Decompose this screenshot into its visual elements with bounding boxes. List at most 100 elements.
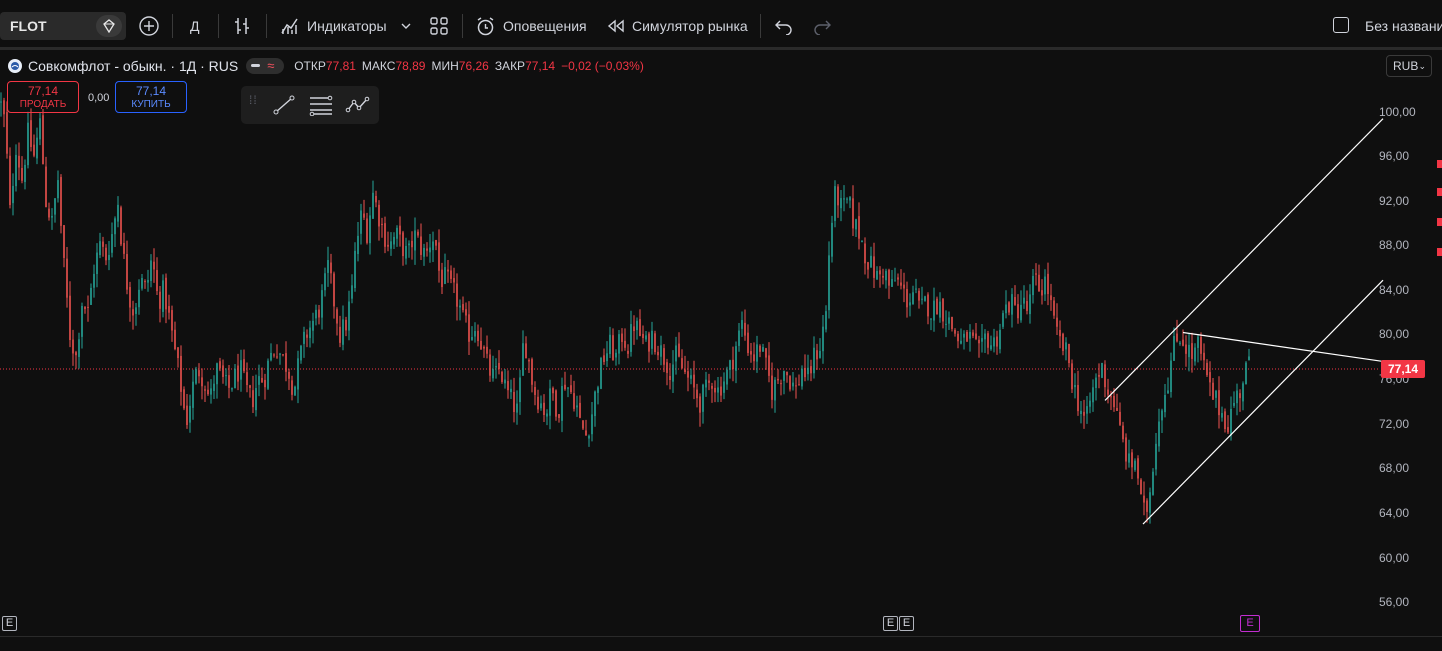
candle-body (678, 343, 680, 357)
candle-body (1206, 362, 1208, 376)
replay-button[interactable]: Симулятор рынка (606, 14, 748, 38)
compare-add-icon[interactable] (138, 14, 160, 38)
legend-title[interactable]: Совкомфлот - обыкн. · 1Д · RUS (28, 58, 238, 74)
earnings-event-badge[interactable]: E (899, 616, 914, 631)
buy-button[interactable]: 77,14 КУПИТЬ (115, 81, 187, 113)
candle-body (573, 393, 575, 409)
separator (462, 14, 463, 38)
trendlines-group[interactable] (1104, 118, 1384, 525)
candle-body (621, 333, 623, 342)
symbol-search[interactable]: FLOT (0, 12, 126, 40)
candle-body (513, 391, 515, 413)
trendline-tool-icon[interactable] (271, 94, 297, 116)
candle-body (639, 319, 641, 336)
candle-body (816, 350, 818, 360)
drag-handle-icon[interactable]: ⁞⁞ (249, 94, 258, 106)
templates-grid-icon[interactable] (429, 14, 449, 38)
symbol-logo-icon (8, 59, 22, 73)
candle-body (606, 353, 608, 362)
interval-button[interactable]: Д (190, 14, 199, 38)
candle-body (1149, 492, 1151, 513)
price-chart[interactable] (0, 50, 1442, 636)
earnings-event-badge[interactable]: E (883, 616, 898, 631)
candle-body (177, 347, 179, 359)
candle-body (327, 260, 329, 273)
candle-body (642, 333, 644, 339)
candle-body (585, 430, 587, 436)
candle-body (630, 324, 632, 352)
candle-body (342, 319, 344, 345)
trendline[interactable] (1104, 118, 1384, 401)
price-axis-label: 96,00 (1379, 149, 1410, 163)
price-axis-label: 68,00 (1379, 461, 1410, 475)
candle-body (831, 222, 833, 257)
candle-body (129, 287, 131, 308)
candle-body (123, 242, 125, 254)
candle-body (270, 352, 272, 361)
candle-body (789, 376, 791, 390)
candle-body (618, 334, 620, 354)
candle-body (543, 402, 545, 416)
candle-body (468, 314, 470, 342)
candle-body (888, 269, 890, 286)
candle-body (807, 367, 809, 375)
candle-body (1116, 407, 1118, 411)
candle-body (936, 298, 938, 315)
candle-body (1134, 460, 1136, 470)
trendline[interactable] (1182, 331, 1384, 363)
candle-body (717, 387, 719, 393)
trendline[interactable] (1142, 279, 1384, 525)
low-value: 76,26 (458, 59, 489, 73)
upcoming-earnings-badge[interactable]: E (1240, 615, 1260, 632)
candle-body (357, 235, 359, 255)
earnings-event-badge[interactable]: E (2, 616, 17, 631)
candle-body (921, 298, 923, 300)
alerts-button[interactable]: Оповещения (475, 14, 587, 38)
candle-body (456, 283, 458, 307)
candle-body (39, 118, 41, 140)
candle-body (300, 345, 302, 361)
diamond-icon[interactable] (96, 15, 122, 37)
candle-body (756, 344, 758, 362)
candle-body (708, 380, 710, 383)
undo-icon[interactable] (774, 14, 794, 38)
candle-body (444, 267, 446, 284)
layout-checkbox[interactable] (1333, 17, 1349, 33)
candle-body (945, 323, 947, 325)
redo-icon[interactable] (812, 14, 832, 38)
candle-body (1098, 374, 1100, 377)
sell-button[interactable]: 77,14 ПРОДАТЬ (7, 81, 79, 113)
currency-selector[interactable]: RUB ⌄ (1386, 55, 1432, 77)
legend-toggle[interactable]: ≈ (246, 58, 285, 74)
candle-body (324, 273, 326, 291)
high-label: МАКС (361, 59, 396, 73)
candle-body (147, 279, 149, 283)
candle-body (381, 223, 383, 226)
candle-body (96, 252, 98, 275)
candle-body (219, 361, 221, 369)
indicators-button[interactable]: Индикаторы (280, 14, 387, 38)
bar-style-icon[interactable] (232, 14, 252, 38)
separator (760, 14, 761, 38)
candle-body (726, 369, 728, 385)
candle-body (1164, 394, 1166, 413)
candle-body (1008, 302, 1010, 313)
chevron-down-icon[interactable] (400, 14, 412, 38)
candle-body (1179, 342, 1181, 344)
candle-body (597, 387, 599, 393)
candle-body (1053, 300, 1055, 316)
candle-body (1146, 500, 1148, 512)
candle-body (906, 289, 908, 308)
candle-body (276, 356, 278, 358)
candle-body (930, 318, 932, 320)
layout-name[interactable]: Без названи (1365, 18, 1442, 34)
candle-body (216, 363, 218, 385)
candle-body (975, 333, 977, 339)
pattern-tool-icon[interactable] (345, 94, 371, 116)
candle-body (60, 177, 62, 226)
candle-body (591, 414, 593, 435)
fib-levels-tool-icon[interactable] (308, 94, 334, 116)
minus-icon (251, 64, 261, 67)
candle-body (522, 343, 524, 376)
candle-body (657, 351, 659, 356)
